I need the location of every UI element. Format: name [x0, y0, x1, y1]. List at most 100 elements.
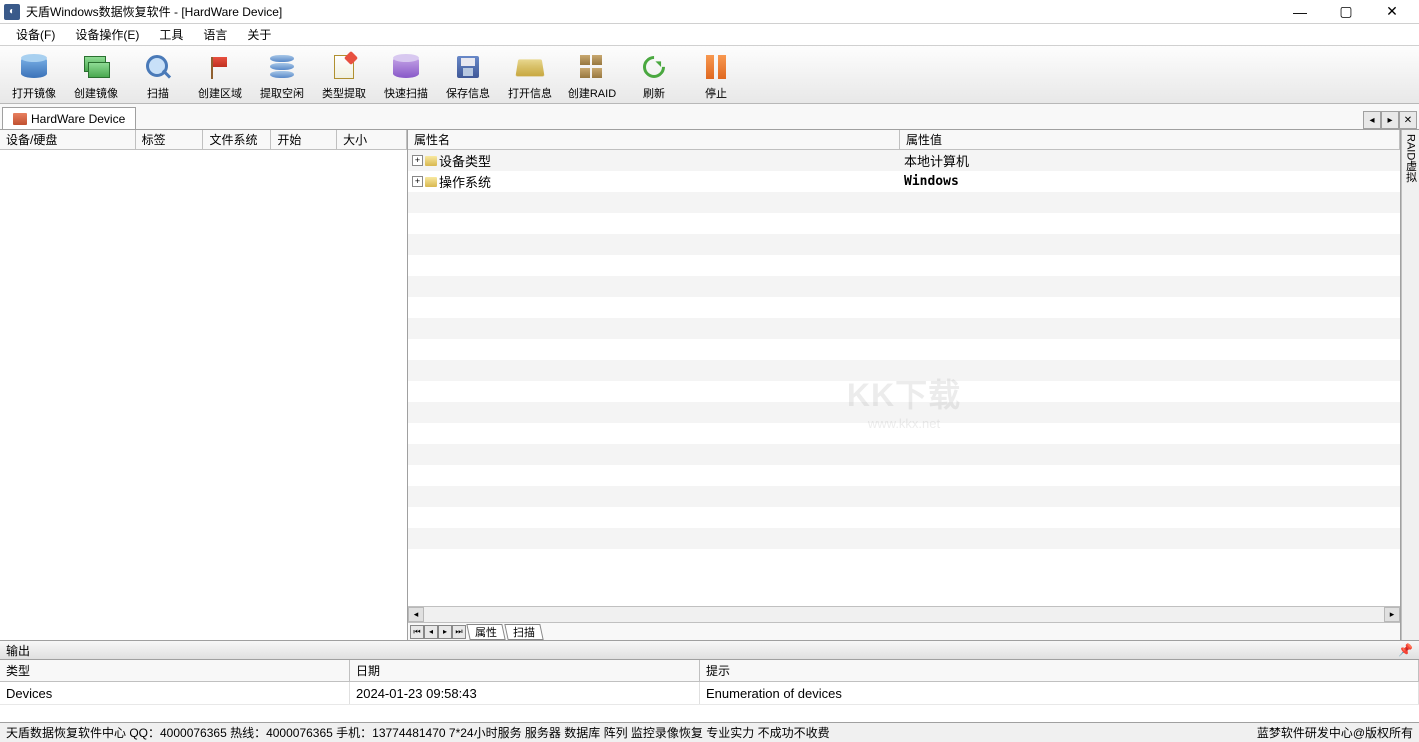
create-region-button[interactable]: 创建区域 [194, 49, 246, 101]
property-row[interactable] [408, 360, 1400, 381]
folder-icon [425, 156, 437, 166]
property-row[interactable]: + 操作系统 Windows [408, 171, 1400, 192]
inner-tab-properties[interactable]: 属性 [466, 624, 505, 640]
property-row[interactable] [408, 276, 1400, 297]
document-tabs: HardWare Device ◂ ▸ ✕ [0, 104, 1419, 130]
expand-icon[interactable]: + [412, 176, 423, 187]
inner-first-button[interactable]: ⏮ [410, 625, 424, 639]
document-icon [334, 55, 354, 79]
refresh-icon [638, 51, 669, 82]
save-icon [457, 56, 479, 78]
pin-icon[interactable]: 📌 [1398, 643, 1413, 657]
create-image-button[interactable]: 创建镜像 [70, 49, 122, 101]
property-row[interactable] [408, 339, 1400, 360]
prop-name-cell: + 设备类型 [408, 151, 900, 170]
output-col-tip[interactable]: 提示 [700, 660, 1419, 681]
output-row[interactable]: Devices 2024-01-23 09:58:43 Enumeration … [0, 682, 1419, 704]
output-tip: Enumeration of devices [700, 682, 1419, 704]
expand-icon[interactable]: + [412, 155, 423, 166]
property-row[interactable] [408, 213, 1400, 234]
col-device[interactable]: 设备/硬盘 [0, 130, 136, 149]
refresh-button[interactable]: 刷新 [628, 49, 680, 101]
col-prop-name[interactable]: 属性名 [408, 130, 900, 149]
type-extract-button[interactable]: 类型提取 [318, 49, 370, 101]
maximize-button[interactable]: ▢ [1323, 1, 1369, 23]
inner-next-button[interactable]: ▸ [438, 625, 452, 639]
property-row[interactable]: + 设备类型 本地计算机 [408, 150, 1400, 171]
inner-prev-button[interactable]: ◂ [424, 625, 438, 639]
create-raid-button[interactable]: 创建RAID [566, 49, 618, 101]
inner-tabs: ⏮ ◂ ▸ ⏭ 属性 扫描 [408, 622, 1400, 640]
open-image-button[interactable]: 打开镜像 [8, 49, 60, 101]
tab-nav: ◂ ▸ ✕ [1363, 111, 1417, 129]
menu-language[interactable]: 语言 [193, 24, 237, 45]
properties-header: 属性名 属性值 [408, 130, 1400, 150]
open-info-button[interactable]: 打开信息 [504, 49, 556, 101]
property-row[interactable] [408, 402, 1400, 423]
prop-value-cell: 本地计算机 [900, 151, 1400, 170]
window-controls: — ▢ ✕ [1277, 1, 1415, 23]
menu-bar: 设备(F) 设备操作(E) 工具 语言 关于 [0, 24, 1419, 46]
status-bar: 天盾数据恢复软件中心 QQ：4000076365 热线：4000076365 手… [0, 722, 1419, 742]
output-type: Devices [0, 682, 350, 704]
tab-hardware-device[interactable]: HardWare Device [2, 107, 136, 129]
inner-last-button[interactable]: ⏭ [452, 625, 466, 639]
prop-name: 操作系统 [439, 172, 491, 191]
magnifier-icon [146, 55, 170, 79]
properties-body: KK下载 www.kkx.net +设备类型本地计算机+操作系统Windows [408, 150, 1400, 606]
status-left: 天盾数据恢复软件中心 QQ：4000076365 热线：4000076365 手… [6, 724, 1257, 741]
stop-button[interactable]: 停止 [690, 49, 742, 101]
output-date: 2024-01-23 09:58:43 [350, 682, 700, 704]
col-start[interactable]: 开始 [271, 130, 337, 149]
property-row[interactable] [408, 507, 1400, 528]
scroll-left-button[interactable]: ◂ [408, 607, 424, 622]
extract-free-button[interactable]: 提取空闲 [256, 49, 308, 101]
title-bar: ◐ 天盾Windows数据恢复软件 - [HardWare Device] — … [0, 0, 1419, 24]
status-right: 蓝梦软件研发中心@版权所有 [1257, 724, 1413, 741]
output-title: 输出 [6, 642, 30, 659]
menu-device-ops[interactable]: 设备操作(E) [65, 24, 149, 45]
database-icon [270, 55, 294, 79]
property-row[interactable] [408, 444, 1400, 465]
col-prop-value[interactable]: 属性值 [900, 130, 1400, 149]
property-row[interactable] [408, 465, 1400, 486]
property-row[interactable] [408, 486, 1400, 507]
scroll-right-button[interactable]: ▸ [1384, 607, 1400, 622]
scan-button[interactable]: 扫描 [132, 49, 184, 101]
col-size[interactable]: 大小 [337, 130, 407, 149]
scroll-track[interactable] [424, 607, 1384, 622]
inner-tab-scan[interactable]: 扫描 [504, 624, 543, 640]
property-row[interactable] [408, 192, 1400, 213]
property-row[interactable] [408, 528, 1400, 549]
menu-about[interactable]: 关于 [237, 24, 281, 45]
quick-scan-button[interactable]: 快速扫描 [380, 49, 432, 101]
close-button[interactable]: ✕ [1369, 1, 1415, 23]
side-tab-raid[interactable]: RAID虚拟 [1401, 130, 1419, 640]
tab-close-button[interactable]: ✕ [1399, 111, 1417, 129]
col-label[interactable]: 标签 [136, 130, 204, 149]
output-col-type[interactable]: 类型 [0, 660, 350, 681]
minimize-button[interactable]: — [1277, 1, 1323, 23]
menu-tools[interactable]: 工具 [149, 24, 193, 45]
menu-device[interactable]: 设备(F) [6, 24, 65, 45]
col-filesystem[interactable]: 文件系统 [203, 130, 271, 149]
property-row[interactable] [408, 318, 1400, 339]
device-tree-body[interactable] [0, 150, 407, 640]
cylinder-fast-icon [393, 56, 419, 78]
device-tree-pane: 设备/硬盘 标签 文件系统 开始 大小 [0, 130, 408, 640]
save-info-button[interactable]: 保存信息 [442, 49, 494, 101]
property-row[interactable] [408, 234, 1400, 255]
property-row[interactable] [408, 297, 1400, 318]
horizontal-scrollbar[interactable]: ◂ ▸ [408, 606, 1400, 622]
prop-name: 设备类型 [439, 151, 491, 170]
tab-prev-button[interactable]: ◂ [1363, 111, 1381, 129]
property-row[interactable] [408, 381, 1400, 402]
prop-value-cell: Windows [900, 174, 1400, 189]
device-tree-header: 设备/硬盘 标签 文件系统 开始 大小 [0, 130, 407, 150]
raid-icon [580, 55, 604, 79]
tab-next-button[interactable]: ▸ [1381, 111, 1399, 129]
output-col-date[interactable]: 日期 [350, 660, 700, 681]
flag-icon [209, 55, 231, 79]
property-row[interactable] [408, 423, 1400, 444]
property-row[interactable] [408, 255, 1400, 276]
